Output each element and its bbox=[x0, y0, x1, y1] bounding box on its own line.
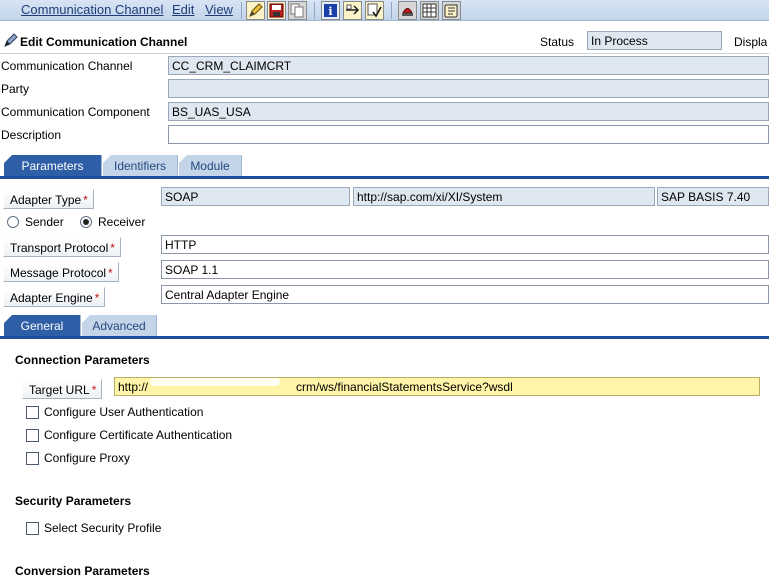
target-url-suffix: crm/ws/financialStatementsService?wsdl bbox=[296, 380, 513, 394]
tab-general[interactable]: General bbox=[4, 315, 81, 336]
menu-edit[interactable]: Edit bbox=[172, 2, 194, 17]
party-field bbox=[168, 79, 769, 98]
status-label: Status bbox=[540, 35, 575, 49]
configure-proxy-checkbox[interactable] bbox=[26, 452, 39, 465]
target-url-button[interactable]: Target URL * bbox=[22, 379, 103, 399]
required-marker: * bbox=[91, 383, 97, 397]
toolbar-separator bbox=[314, 2, 315, 19]
adapter-namespace-field: http://sap.com/xi/XI/System bbox=[353, 187, 655, 206]
menu-view[interactable]: View bbox=[205, 2, 233, 17]
message-protocol-label: Message Protocol bbox=[10, 266, 107, 280]
tab-identifiers[interactable]: Identifiers bbox=[103, 155, 178, 176]
connection-parameters-heading: Connection Parameters bbox=[15, 353, 150, 367]
save-icon[interactable] bbox=[267, 1, 286, 20]
select-security-profile-label: Select Security Profile bbox=[44, 521, 162, 535]
edit-pencil-icon bbox=[3, 33, 18, 51]
required-marker: * bbox=[110, 241, 115, 255]
transport-protocol-field[interactable]: HTTP bbox=[161, 235, 769, 254]
tab-advanced[interactable]: Advanced bbox=[82, 315, 157, 336]
svg-text:i: i bbox=[328, 5, 332, 18]
check-icon[interactable] bbox=[365, 1, 384, 20]
configure-proxy-label: Configure Proxy bbox=[44, 451, 131, 465]
transport-protocol-label: Transport Protocol bbox=[10, 241, 109, 255]
toolbar-separator bbox=[241, 2, 242, 19]
adapter-engine-button[interactable]: Adapter Engine * bbox=[3, 287, 106, 307]
target-url-prefix: http:// bbox=[118, 380, 149, 394]
receiver-radio[interactable] bbox=[80, 216, 92, 228]
message-protocol-field[interactable]: SOAP 1.1 bbox=[161, 260, 769, 279]
adapter-type-button[interactable]: Adapter Type * bbox=[3, 189, 94, 209]
toolbar-separator bbox=[391, 2, 392, 19]
configure-cert-auth-checkbox[interactable] bbox=[26, 429, 39, 442]
redaction-mark bbox=[150, 378, 280, 386]
menu-bar: Communication Channel Edit View i bbox=[0, 0, 769, 21]
sender-radio[interactable] bbox=[7, 216, 19, 228]
menu-communication-channel[interactable]: Communication Channel bbox=[21, 2, 163, 17]
info-icon[interactable]: i bbox=[321, 1, 340, 20]
configure-user-auth-label: Configure User Authentication bbox=[44, 405, 204, 419]
adapter-engine-label: Adapter Engine bbox=[10, 291, 93, 305]
description-input[interactable] bbox=[168, 125, 769, 144]
adapter-type-label: Adapter Type bbox=[10, 193, 82, 207]
page-title: Edit Communication Channel bbox=[20, 35, 188, 49]
required-marker: * bbox=[94, 291, 100, 305]
conversion-parameters-heading: Conversion Parameters bbox=[15, 564, 150, 578]
component-label: Communication Component bbox=[1, 105, 150, 119]
adapter-release-field: SAP BASIS 7.40 bbox=[657, 187, 769, 206]
tab-parameters[interactable]: Parameters bbox=[4, 155, 102, 176]
change-icon[interactable] bbox=[246, 1, 265, 20]
target-url-label: Target URL bbox=[29, 383, 90, 397]
edit-header: Edit Communication Channel Status In Pro… bbox=[0, 30, 769, 52]
cancel-icon[interactable] bbox=[398, 1, 417, 20]
assign-icon[interactable] bbox=[343, 1, 362, 20]
channel-label: Communication Channel bbox=[1, 59, 133, 73]
sub-tabstrip: General Advanced bbox=[0, 315, 769, 339]
display-label: Displa bbox=[734, 35, 768, 49]
description-label: Description bbox=[1, 128, 62, 142]
adapter-engine-field[interactable]: Central Adapter Engine bbox=[161, 285, 769, 304]
security-parameters-heading: Security Parameters bbox=[15, 494, 132, 508]
status-field: In Process bbox=[587, 31, 722, 50]
required-marker: * bbox=[108, 266, 113, 280]
message-protocol-button[interactable]: Message Protocol * bbox=[3, 262, 119, 282]
transport-protocol-button[interactable]: Transport Protocol * bbox=[3, 237, 121, 257]
party-label: Party bbox=[1, 82, 30, 96]
configure-cert-auth-label: Configure Certificate Authentication bbox=[44, 428, 233, 442]
configure-user-auth-checkbox[interactable] bbox=[26, 406, 39, 419]
header-divider bbox=[0, 53, 769, 54]
receiver-label: Receiver bbox=[98, 215, 146, 229]
select-security-profile-checkbox[interactable] bbox=[26, 522, 39, 535]
tab-module[interactable]: Module bbox=[179, 155, 242, 176]
adapter-type-field: SOAP bbox=[161, 187, 350, 206]
required-marker: * bbox=[83, 193, 88, 207]
main-tabstrip: Parameters Identifiers Module bbox=[0, 155, 769, 179]
component-field: BS_UAS_USA bbox=[168, 102, 769, 121]
table-icon[interactable] bbox=[420, 1, 439, 20]
sender-label: Sender bbox=[25, 215, 64, 229]
channel-field: CC_CRM_CLAIMCRT bbox=[168, 56, 769, 75]
log-icon[interactable] bbox=[442, 1, 461, 20]
copy-icon[interactable] bbox=[288, 1, 307, 20]
